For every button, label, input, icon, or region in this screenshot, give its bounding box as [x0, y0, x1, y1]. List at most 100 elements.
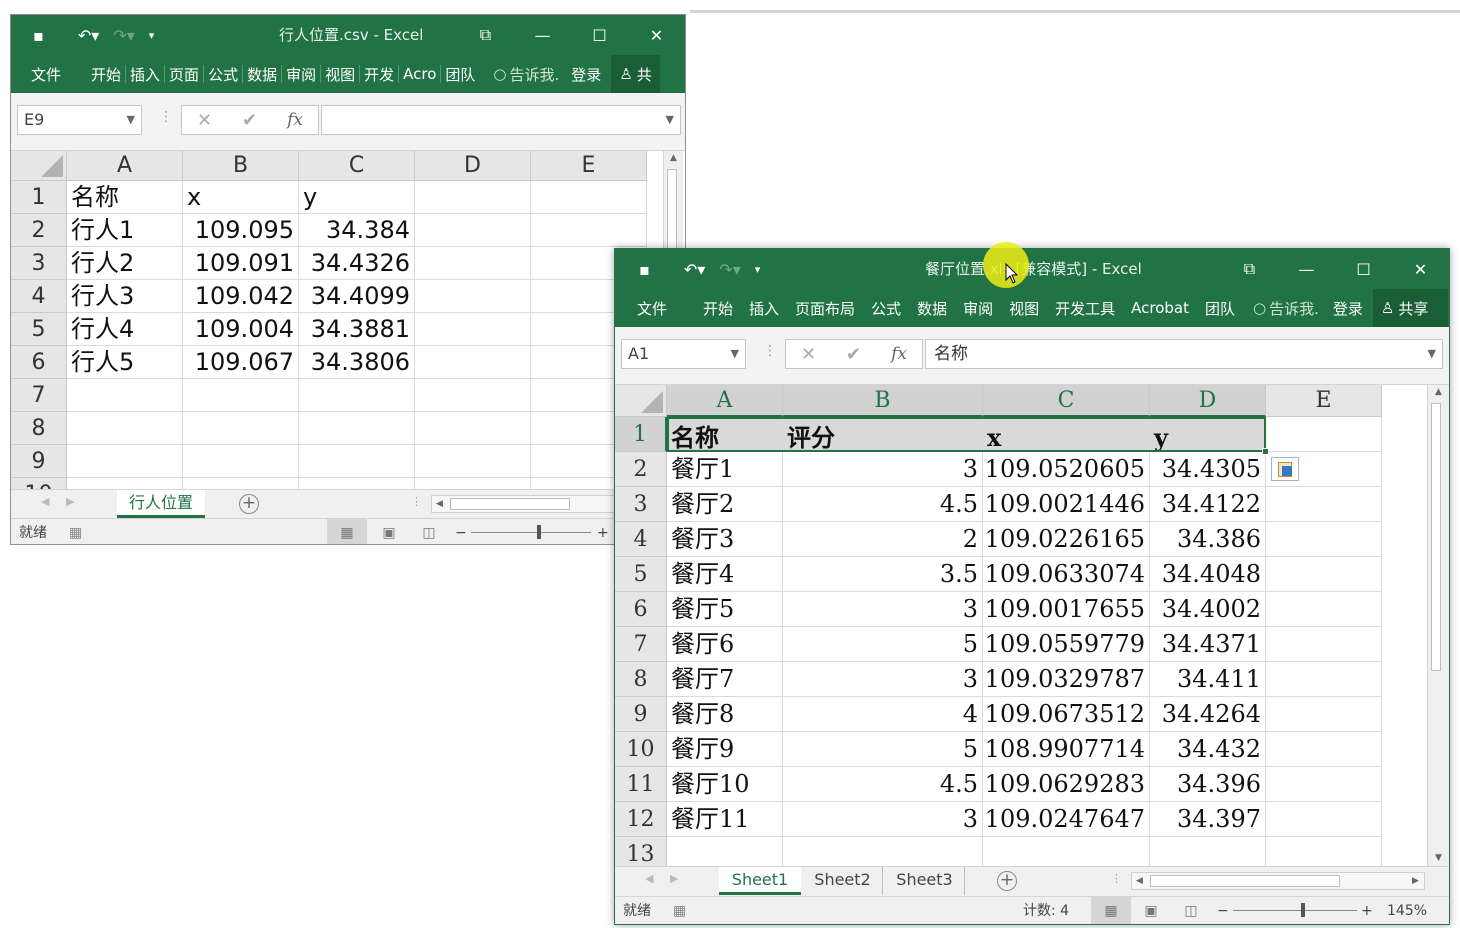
- tab-file[interactable]: 文件: [633, 298, 671, 319]
- cell[interactable]: 34.384: [299, 214, 415, 247]
- add-sheet-icon[interactable]: +: [239, 494, 259, 514]
- formula-input[interactable]: ▼: [321, 105, 681, 135]
- zoom-slider-thumb[interactable]: [1301, 903, 1305, 917]
- tab-developer[interactable]: 开发: [360, 64, 398, 85]
- add-sheet-icon[interactable]: +: [997, 871, 1017, 891]
- cell[interactable]: [67, 445, 183, 478]
- cell[interactable]: 34.4305: [1150, 452, 1266, 487]
- close-icon[interactable]: ✕: [628, 26, 685, 45]
- page-layout-view-icon[interactable]: ▣: [369, 519, 409, 544]
- cell[interactable]: 34.4371: [1150, 627, 1266, 662]
- row-header[interactable]: 13: [615, 837, 667, 869]
- cell[interactable]: 34.4326: [299, 247, 415, 280]
- cell[interactable]: 34.4264: [1150, 697, 1266, 732]
- tab-home[interactable]: 开始: [699, 298, 737, 319]
- tab-acrobat[interactable]: Acro: [399, 65, 440, 83]
- cell[interactable]: [183, 379, 299, 412]
- name-box[interactable]: E9 ▼: [17, 105, 142, 135]
- grip-icon[interactable]: ⋮: [763, 343, 777, 359]
- prev-sheet-icon[interactable]: ◀: [645, 872, 653, 885]
- page-layout-view-icon[interactable]: ▣: [1131, 897, 1171, 924]
- cell[interactable]: [1266, 487, 1382, 522]
- minimize-icon[interactable]: —: [514, 26, 571, 45]
- undo-icon[interactable]: ↶▾: [684, 260, 705, 279]
- column-header[interactable]: C: [983, 385, 1150, 417]
- title-bar[interactable]: ▪ ↶▾ ↷▾ ▾ 餐厅位置.xls [兼容模式] - Excel ⧉ — ☐ …: [615, 249, 1449, 289]
- select-all-corner[interactable]: [11, 151, 67, 181]
- cell[interactable]: 4: [783, 697, 983, 732]
- scroll-left-icon[interactable]: ◀: [436, 496, 443, 512]
- tab-team[interactable]: 团队: [441, 64, 479, 85]
- cell[interactable]: [1266, 662, 1382, 697]
- name-box[interactable]: A1 ▼: [621, 339, 746, 369]
- cell[interactable]: 34.4099: [299, 280, 415, 313]
- minimize-icon[interactable]: —: [1278, 260, 1335, 279]
- ribbon-display-icon[interactable]: ⧉: [457, 25, 514, 45]
- cancel-icon[interactable]: ✕: [801, 344, 816, 365]
- cell[interactable]: [415, 181, 531, 214]
- row-header[interactable]: 4: [615, 522, 667, 557]
- row-header[interactable]: 8: [11, 412, 67, 445]
- cell[interactable]: 34.3881: [299, 313, 415, 346]
- scroll-down-icon[interactable]: ▼: [1428, 853, 1449, 863]
- cell[interactable]: [299, 445, 415, 478]
- customize-qat-icon[interactable]: ▾: [755, 263, 761, 276]
- macro-record-icon[interactable]: ▦: [673, 897, 686, 924]
- cell[interactable]: 2: [783, 522, 983, 557]
- excel-window-restaurants[interactable]: ▪ ↶▾ ↷▾ ▾ 餐厅位置.xls [兼容模式] - Excel ⧉ — ☐ …: [614, 248, 1450, 925]
- split-grip-icon[interactable]: ⋮: [1111, 872, 1122, 885]
- tab-insert[interactable]: 插入: [745, 298, 783, 319]
- cell[interactable]: 109.0247647: [983, 802, 1150, 837]
- page-break-view-icon[interactable]: ◫: [1171, 897, 1211, 924]
- row-header[interactable]: 9: [615, 697, 667, 732]
- cell[interactable]: [1266, 837, 1382, 869]
- cell[interactable]: 109.0226165: [983, 522, 1150, 557]
- cell[interactable]: x: [183, 181, 299, 214]
- cell[interactable]: [1266, 417, 1382, 452]
- save-icon[interactable]: ▪: [33, 26, 44, 45]
- scroll-thumb[interactable]: [1431, 403, 1441, 671]
- cell[interactable]: [1266, 732, 1382, 767]
- zoom-slider[interactable]: [1233, 910, 1357, 911]
- column-header[interactable]: D: [1150, 385, 1266, 417]
- excel-window-pedestrians[interactable]: ▪ ↶▾ ↷▾ ▾ 行人位置.csv - Excel ⧉ — ☐ ✕ 文件 开始…: [10, 14, 686, 545]
- chevron-down-icon[interactable]: ▼: [666, 106, 674, 134]
- tab-file[interactable]: 文件: [27, 64, 65, 85]
- normal-view-icon[interactable]: ▦: [327, 519, 367, 544]
- cell[interactable]: [1266, 802, 1382, 837]
- horizontal-scrollbar[interactable]: ◀ ▶: [1131, 872, 1425, 890]
- login-link[interactable]: 登录: [567, 64, 605, 85]
- sheet-tab-sheet1[interactable]: Sheet1: [719, 867, 801, 895]
- cell[interactable]: 109.095: [183, 214, 299, 247]
- cell[interactable]: [415, 214, 531, 247]
- chevron-down-icon[interactable]: ▼: [1428, 340, 1436, 368]
- row-header[interactable]: 12: [615, 802, 667, 837]
- tab-view[interactable]: 视图: [321, 64, 359, 85]
- tab-formulas[interactable]: 公式: [867, 298, 905, 319]
- cell[interactable]: [415, 346, 531, 379]
- cell[interactable]: [299, 412, 415, 445]
- tab-view[interactable]: 视图: [1005, 298, 1043, 319]
- cell[interactable]: 109.0021446: [983, 487, 1150, 522]
- tab-formulas[interactable]: 公式: [204, 64, 242, 85]
- tab-team[interactable]: 团队: [1201, 298, 1239, 319]
- cell[interactable]: 34.3806: [299, 346, 415, 379]
- cell[interactable]: [1266, 557, 1382, 592]
- cell[interactable]: 行人5: [67, 346, 183, 379]
- insert-function-icon[interactable]: fx: [891, 344, 907, 364]
- login-link[interactable]: 登录: [1329, 298, 1367, 319]
- cell[interactable]: 109.004: [183, 313, 299, 346]
- vertical-scrollbar[interactable]: ▲ ▼: [1427, 385, 1449, 869]
- cell[interactable]: 餐厅8: [667, 697, 783, 732]
- cell[interactable]: 34.396: [1150, 767, 1266, 802]
- cell[interactable]: [415, 247, 531, 280]
- cell[interactable]: [983, 837, 1150, 869]
- column-header[interactable]: B: [783, 385, 983, 417]
- cell[interactable]: 109.0017655: [983, 592, 1150, 627]
- zoom-level[interactable]: 145%: [1387, 897, 1427, 924]
- cell[interactable]: [667, 837, 783, 869]
- column-header[interactable]: C: [299, 151, 415, 181]
- maximize-icon[interactable]: ☐: [1335, 260, 1392, 279]
- cell[interactable]: [183, 445, 299, 478]
- cell[interactable]: 5: [783, 627, 983, 662]
